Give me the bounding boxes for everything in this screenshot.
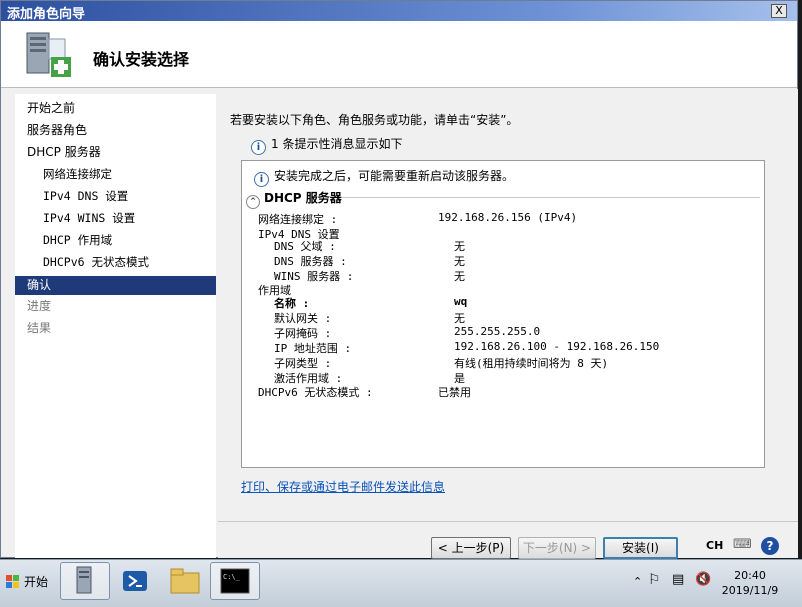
svg-text:C:\_: C:\_ — [223, 573, 241, 581]
previous-button[interactable]: < 上一步(P) — [431, 537, 511, 559]
info-count-text: 1 条提示性消息显示如下 — [271, 137, 403, 151]
confirmation-details-box[interactable]: i 安装完成之后，可能需要重新启动该服务器。 ⌃ DHCP 服务器 网络连接绑定 :… — [241, 160, 765, 468]
volume-muted-icon[interactable]: 🔇 — [695, 572, 711, 587]
nav-item-dhcp-server[interactable]: DHCP 服务器 — [15, 143, 216, 162]
action-center-flag-icon[interactable]: ⚐ — [648, 572, 661, 588]
show-hidden-icons-chevron-icon[interactable]: ⌃ — [633, 575, 642, 588]
row-key: DNS 服务器 : — [274, 255, 347, 268]
powershell-icon — [123, 571, 147, 591]
collapse-chevron-icon[interactable]: ⌃ — [246, 195, 260, 209]
nav-item-results: 结果 — [27, 321, 52, 335]
nav-item-dhcp-scopes[interactable]: DHCP 作用域 — [15, 231, 216, 250]
row-value: 已禁用 — [438, 386, 471, 399]
wizard-header: 确认安装选择 — [1, 21, 797, 88]
info-count-line: i 1 条提示性消息显示如下 — [251, 135, 402, 155]
row-key: 名称 : — [274, 297, 310, 310]
info-icon: i — [251, 140, 266, 155]
taskbar-cmd[interactable]: C:\_ — [210, 562, 260, 600]
clock-date: 2019/11/9 — [721, 584, 779, 597]
row-value: wq — [454, 295, 468, 308]
print-save-email-link[interactable]: 打印、保存或通过电子邮件发送此信息 — [241, 478, 445, 495]
taskbar: 开始 C:\_ ⌃ ⚐ ▤ 🔇 20:40 2019/11/9 — [0, 559, 802, 607]
start-button[interactable]: 开始 — [4, 568, 54, 596]
taskbar-server-manager[interactable] — [60, 562, 110, 600]
row-value: 无 — [454, 270, 465, 283]
clock[interactable]: 20:40 2019/11/9 — [715, 568, 785, 598]
taskbar-powershell[interactable] — [110, 562, 160, 600]
title-bar[interactable]: 添加角色向导 X — [1, 1, 797, 22]
row-value: 无 — [454, 255, 465, 268]
start-label: 开始 — [24, 575, 49, 589]
server-add-icon — [26, 32, 71, 77]
windows-logo-icon — [6, 575, 19, 588]
row-key: 网络连接绑定 : — [258, 213, 338, 226]
row-key: 默认网关 : — [274, 312, 332, 325]
nav-item-confirmation[interactable]: 确认 — [15, 276, 216, 295]
nav-item-before-you-begin[interactable]: 开始之前 — [15, 99, 216, 118]
page-title: 确认安装选择 — [93, 50, 190, 69]
add-roles-wizard-window: 添加角色向导 X 确认安装选择 开始之前 服务器角色 DHCP 服务器 网络连接… — [0, 0, 798, 559]
row-value: 有线(租用持续时间将为 8 天) — [454, 357, 609, 370]
info-icon: i — [254, 172, 269, 187]
nav-item-network-binding[interactable]: 网络连接绑定 — [15, 165, 216, 184]
command-prompt-icon: C:\_ — [220, 568, 250, 594]
row-value: 192.168.26.100 - 192.168.26.150 — [454, 340, 660, 353]
taskbar-explorer[interactable] — [160, 562, 210, 600]
row-value: 无 — [454, 312, 465, 325]
folder-icon — [170, 568, 200, 594]
section-divider — [342, 197, 760, 198]
window-title: 添加角色向导 — [7, 7, 86, 22]
section-title: DHCP 服务器 — [264, 191, 342, 205]
install-button[interactable]: 安装(I) — [603, 537, 678, 559]
close-button[interactable]: X — [771, 4, 787, 18]
row-key: DHCPv6 无状态模式 : — [258, 386, 373, 399]
restart-notice-text: 安装完成之后，可能需要重新启动该服务器。 — [274, 169, 515, 183]
nav-item-server-roles[interactable]: 服务器角色 — [15, 121, 216, 140]
section-header-dhcp[interactable]: ⌃ DHCP 服务器 — [246, 189, 342, 209]
row-value: 无 — [454, 240, 465, 253]
nav-item-ipv4-wins[interactable]: IPv4 WINS 设置 — [15, 209, 216, 228]
nav-item-ipv4-dns[interactable]: IPv4 DNS 设置 — [15, 187, 216, 206]
row-key: IP 地址范围 : — [274, 342, 352, 355]
row-value: 192.168.26.156 (IPv4) — [438, 211, 578, 224]
server-manager-icon — [76, 566, 92, 594]
row-key: DNS 父域 : — [274, 240, 336, 253]
intro-text: 若要安装以下角色、角色服务或功能，请单击“安装”。 — [230, 113, 519, 127]
next-button: 下一步(N) > — [518, 537, 596, 559]
network-icon[interactable]: ▤ — [672, 572, 684, 587]
restart-notice: i 安装完成之后，可能需要重新启动该服务器。 — [254, 167, 514, 187]
keyboard-icon[interactable]: ⌨ — [733, 537, 752, 552]
row-key: 子网类型 : — [274, 357, 332, 370]
language-indicator[interactable]: CH — [706, 539, 723, 552]
nav-item-progress: 进度 — [27, 299, 52, 313]
content-pane: 若要安装以下角色、角色服务或功能，请单击“安装”。 i1 条提示性消息显示如下 … — [218, 89, 798, 521]
row-value: 255.255.255.0 — [454, 325, 541, 338]
clock-time: 20:40 — [734, 569, 766, 582]
row-key: 子网掩码 : — [274, 327, 332, 340]
help-icon[interactable]: ? — [761, 537, 779, 555]
wizard-nav: 开始之前 服务器角色 DHCP 服务器 网络连接绑定 IPv4 DNS 设置 I… — [15, 94, 216, 558]
nav-item-dhcpv6-stateless[interactable]: DHCPv6 无状态模式 — [15, 253, 216, 272]
